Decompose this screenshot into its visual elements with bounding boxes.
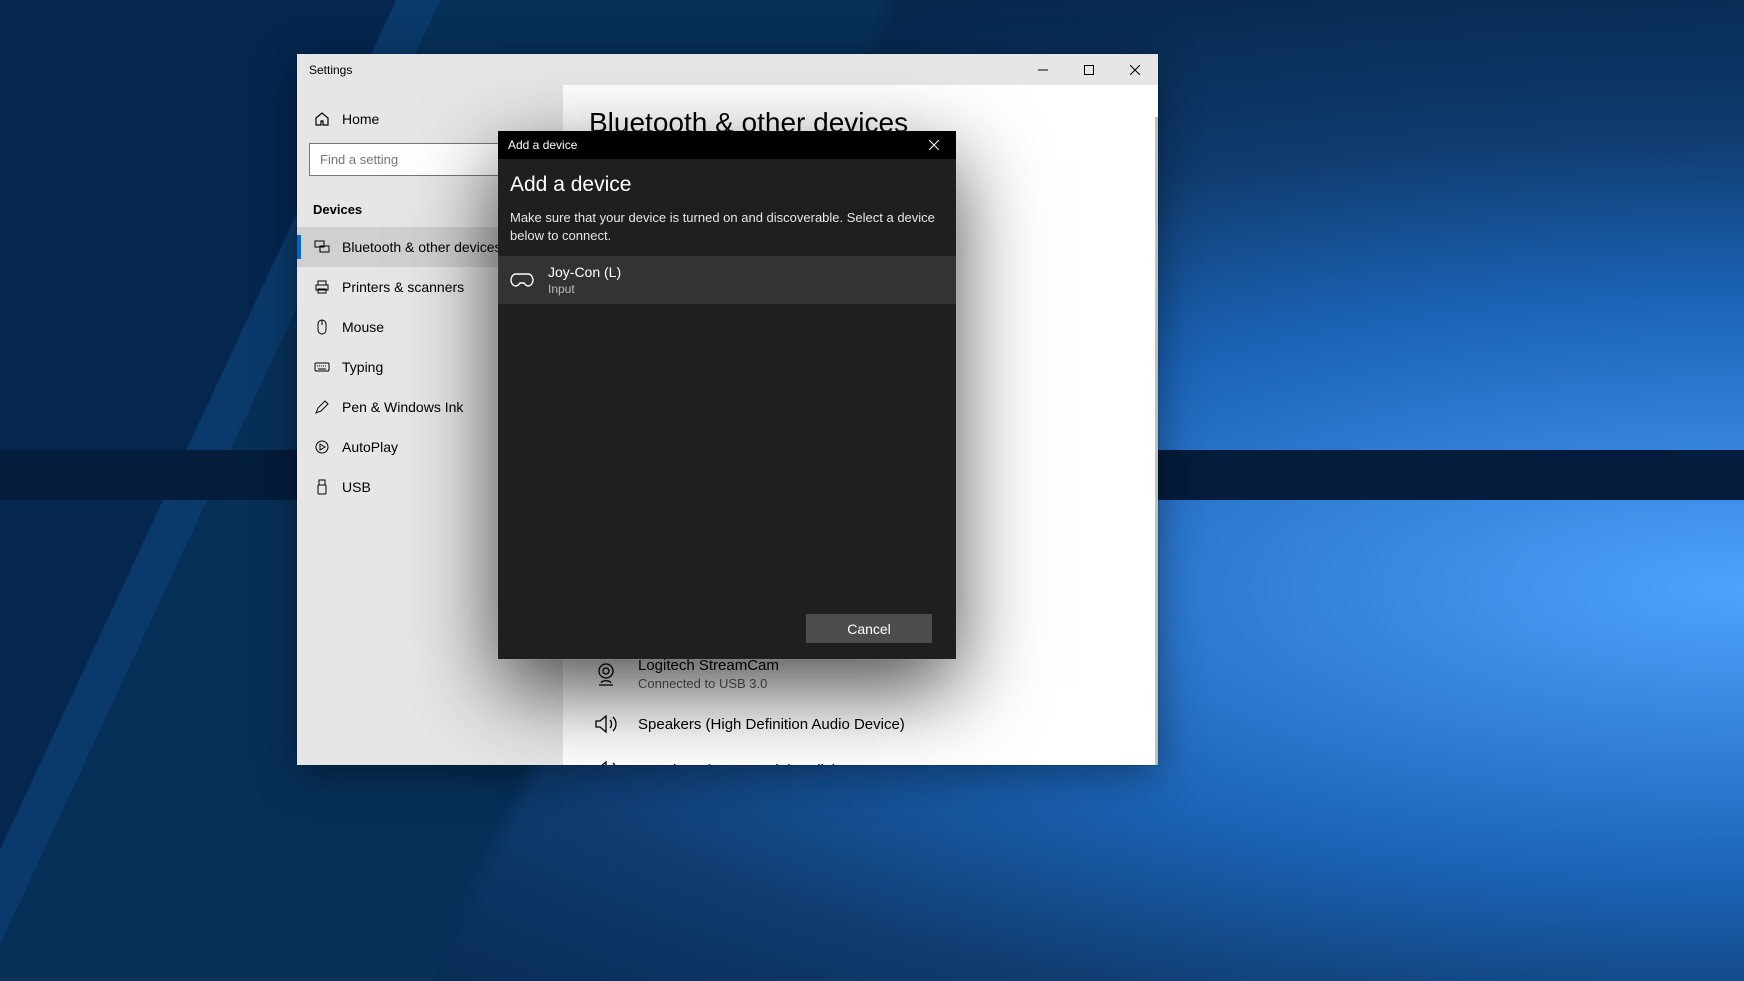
usb-icon [313,479,330,495]
camera-icon [591,661,620,687]
dialog-close-button[interactable] [912,131,956,159]
discovered-device-name: Joy-Con (L) [548,264,621,280]
close-button[interactable] [1112,54,1158,85]
window-title: Settings [309,63,1020,77]
discovered-device-item[interactable]: Joy-Con (L) Input [498,256,956,304]
device-row[interactable]: Speakers (THX Spatial Audio) [589,749,1132,765]
device-name: Speakers (THX Spatial Audio) [638,762,837,766]
window-titlebar[interactable]: Settings [297,54,1158,85]
cancel-button[interactable]: Cancel [806,614,932,643]
sidebar-item-label: Bluetooth & other devices [342,239,502,255]
maximize-button[interactable] [1066,54,1112,85]
sidebar-item-label: Typing [342,359,383,375]
sidebar-item-label: Mouse [342,319,384,335]
autoplay-icon [313,439,330,455]
device-sub: Connected to USB 3.0 [638,676,779,691]
sidebar-home-label: Home [342,111,379,127]
printer-icon [313,279,330,295]
keyboard-icon [313,359,330,375]
mouse-icon [313,319,330,335]
device-name: Speakers (High Definition Audio Device) [638,716,905,733]
speaker-icon [591,757,620,765]
dialog-title-small: Add a device [508,138,912,152]
minimize-button[interactable] [1020,54,1066,85]
speaker-icon [591,711,620,737]
sidebar-item-label: Pen & Windows Ink [342,399,463,415]
sidebar-item-label: AutoPlay [342,439,398,455]
dialog-heading: Add a device [510,173,944,197]
device-name: Logitech StreamCam [638,657,779,674]
discovered-device-sub: Input [548,282,621,296]
home-icon [313,111,330,127]
add-device-dialog: Add a device Add a device Make sure that… [498,131,956,659]
device-row[interactable]: Speakers (High Definition Audio Device) [589,703,1132,749]
pen-icon [313,399,330,415]
dialog-titlebar[interactable]: Add a device [498,131,956,159]
sidebar-item-label: USB [342,479,371,495]
main-scrollbar[interactable] [1155,117,1158,765]
gamepad-icon [510,271,534,289]
bluetooth-devices-icon [313,239,330,255]
dialog-description: Make sure that your device is turned on … [510,209,944,244]
sidebar-item-label: Printers & scanners [342,279,464,295]
